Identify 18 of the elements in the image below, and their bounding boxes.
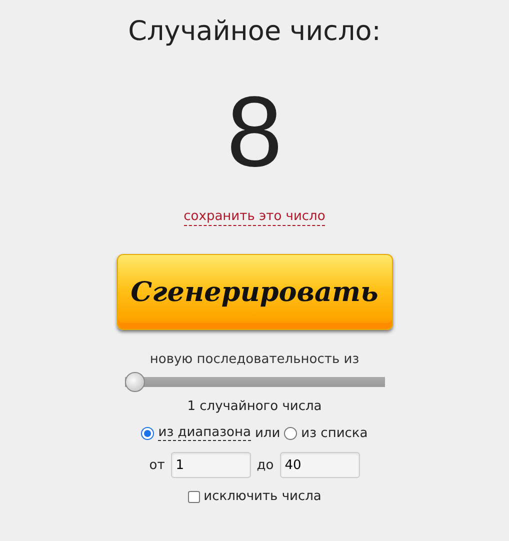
to-label: до <box>256 458 274 472</box>
save-number-link[interactable]: сохранить это число <box>184 209 326 226</box>
checkbox-label[interactable]: исключить числа <box>204 489 322 504</box>
radio-button[interactable] <box>141 426 154 440</box>
radio-label[interactable]: из диапазона <box>158 425 251 441</box>
checkbox[interactable] <box>188 490 200 502</box>
random-number: 8 <box>226 77 282 187</box>
to-field[interactable]: 40 <box>280 452 360 478</box>
radio-label[interactable]: из списка <box>301 426 368 440</box>
from-label: от <box>149 458 165 472</box>
from-field[interactable]: 1 <box>170 452 251 478</box>
page-title: Случайное число: <box>128 15 381 49</box>
slider-thumb[interactable] <box>124 372 144 392</box>
generate-button[interactable]: Сгенерировать <box>116 254 392 330</box>
count-text: 1 случайного числа <box>187 399 322 414</box>
sequence-label: новую последовательность из <box>150 352 360 367</box>
option-joiner: или <box>254 426 280 440</box>
radio-button[interactable] <box>284 426 298 440</box>
